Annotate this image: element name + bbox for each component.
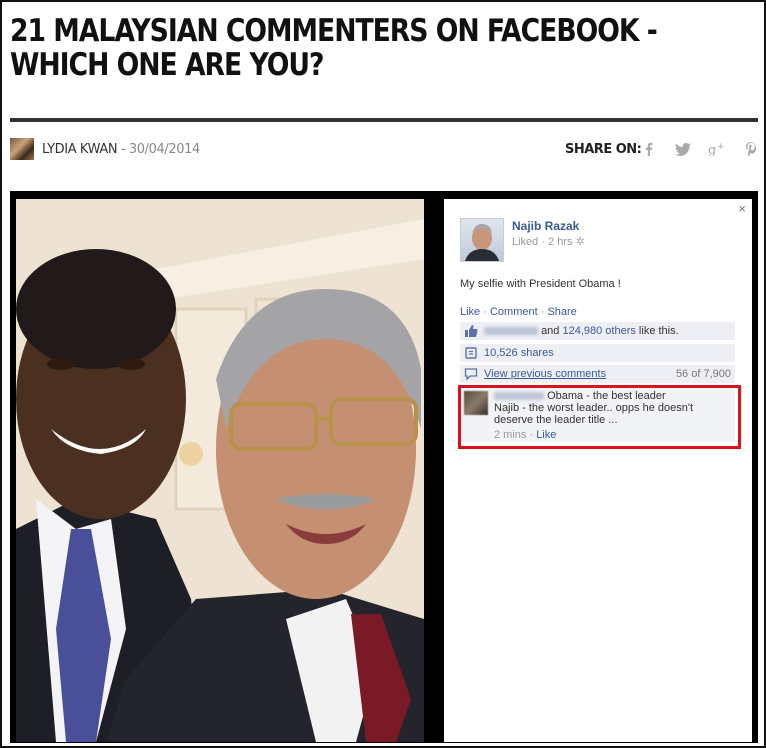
share-icons: g + <box>632 138 766 160</box>
comment-link[interactable]: Comment <box>490 306 538 318</box>
like-link[interactable]: Like <box>460 306 480 318</box>
svg-text:g: g <box>708 143 716 156</box>
likes-suffix: like this. <box>635 325 679 337</box>
facebook-post-panel: × Najib Razak Liked · 2 hrs ✲ My selfie … <box>444 199 752 742</box>
likes-summary: and 124,980 others like this. <box>460 322 735 340</box>
title-divider <box>10 118 758 122</box>
post-actions: Like · Comment · Share <box>460 306 577 318</box>
comment-count: 56 of 7,900 <box>675 368 731 380</box>
close-icon[interactable]: × <box>738 201 746 216</box>
selfie-photo[interactable] <box>16 199 424 742</box>
article-title: 21 Malaysian Commenters on Facebook - Wh… <box>10 13 658 83</box>
privacy-gear-icon[interactable]: ✲ <box>576 236 585 248</box>
previous-comments-row: View previous comments 56 of 7,900 <box>460 365 735 383</box>
author-name[interactable]: Lydia Kwan <box>42 142 118 157</box>
article-meta-row: Lydia Kwan - 30/04/2014 SHARE ON: g + <box>10 138 758 162</box>
comment-bubble-icon <box>464 367 478 381</box>
svg-text:+: + <box>717 142 725 152</box>
share-link[interactable]: Share <box>547 306 576 318</box>
likes-others-link[interactable]: 124,980 others <box>562 325 635 337</box>
facebook-icon[interactable] <box>632 138 666 160</box>
shares-count-link[interactable]: 10,526 shares <box>484 347 554 359</box>
shares-summary: 10,526 shares <box>460 344 735 362</box>
twitter-icon[interactable] <box>666 138 700 160</box>
blurred-name <box>484 327 538 336</box>
poster-name[interactable]: Najib Razak <box>512 219 579 233</box>
post-meta-text: Liked · 2 hrs <box>512 236 573 248</box>
byline: Lydia Kwan - 30/04/2014 <box>42 142 200 157</box>
likes-and: and <box>541 325 563 337</box>
pinterest-icon[interactable] <box>734 138 766 160</box>
post-date: 30/04/2014 <box>128 142 200 157</box>
google-plus-icon[interactable]: g + <box>700 138 734 160</box>
poster-avatar[interactable] <box>460 218 504 262</box>
view-previous-comments-link[interactable]: View previous comments <box>484 368 606 380</box>
highlight-box <box>458 385 741 449</box>
post-meta: Liked · 2 hrs ✲ <box>512 235 585 248</box>
thumbs-up-icon <box>464 324 478 338</box>
share-count-icon <box>464 346 478 360</box>
post-text: My selfie with President Obama ! <box>460 278 621 290</box>
author-avatar[interactable] <box>10 138 34 160</box>
likes-text: and 124,980 others like this. <box>484 325 679 337</box>
share-label: SHARE ON: <box>565 142 642 157</box>
